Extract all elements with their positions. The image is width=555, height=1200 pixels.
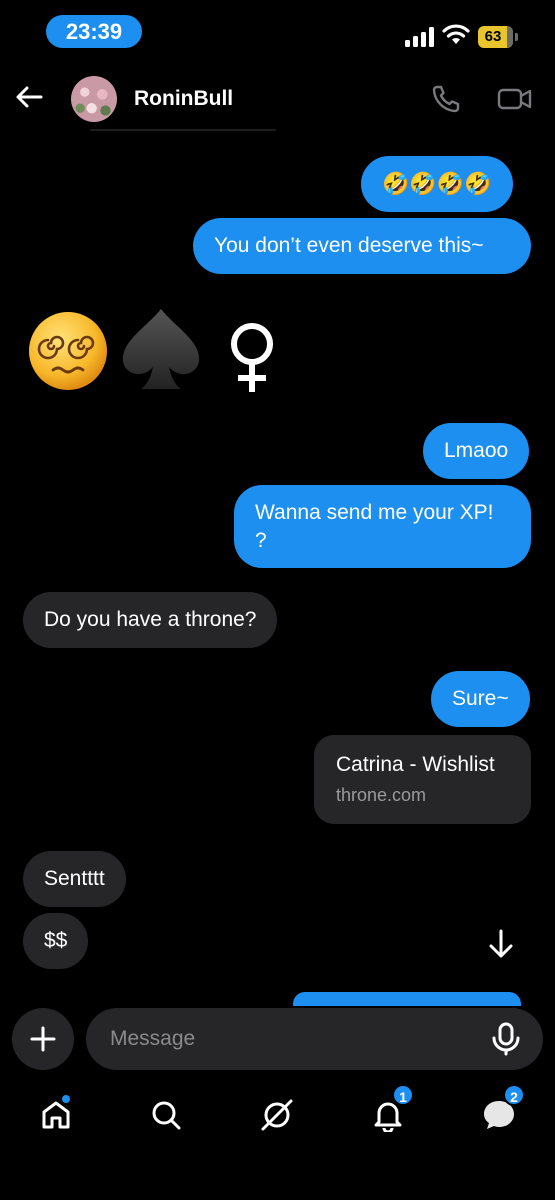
link-title: Catrina - Wishlist — [336, 753, 495, 776]
message-input[interactable] — [86, 1008, 543, 1070]
back-button[interactable] — [12, 80, 46, 114]
link-preview-card[interactable]: Catrina - Wishlist throne.com — [314, 735, 531, 824]
status-bar: 23:39 63 — [0, 0, 555, 64]
video-camera-icon[interactable] — [497, 84, 533, 114]
cellular-signal-icon — [405, 27, 434, 47]
search-icon — [152, 1101, 181, 1130]
home-unread-dot — [62, 1095, 70, 1103]
notifications-badge: 1 — [392, 1084, 414, 1106]
grok-icon — [261, 1099, 293, 1131]
message-sent[interactable]: Wanna send me your XP! ? — [234, 485, 531, 568]
message-received[interactable]: Sentttt — [23, 851, 126, 907]
scroll-down-arrow-icon[interactable] — [486, 928, 516, 960]
avatar[interactable] — [71, 76, 117, 122]
home-icon — [42, 1101, 70, 1129]
wifi-icon — [442, 24, 470, 44]
message-sent[interactable]: You don’t even deserve this~ — [193, 218, 531, 274]
spade-suit-emoji-icon — [122, 309, 200, 389]
message-received[interactable]: Do you have a throne? — [23, 592, 278, 648]
dizzy-face-emoji-icon — [29, 312, 107, 390]
nav-search[interactable] — [146, 1095, 186, 1135]
contact-name[interactable]: RoninBull — [134, 87, 233, 111]
battery-icon: 63 — [478, 26, 518, 48]
message-sent[interactable]: Lmaoo — [423, 423, 530, 479]
battery-level: 63 — [484, 28, 502, 45]
phone-icon[interactable] — [430, 83, 462, 115]
plus-icon — [30, 1026, 56, 1052]
header-divider — [90, 129, 276, 131]
bottom-nav: 1 2 — [0, 1084, 555, 1145]
messages-badge: 2 — [503, 1084, 525, 1106]
message-sent[interactable]: 🤣🤣🤣🤣 — [361, 156, 513, 212]
message-sent-partial — [293, 992, 521, 1006]
female-sign-emoji-icon — [231, 323, 273, 392]
status-time[interactable]: 23:39 — [46, 15, 142, 48]
nav-notifications[interactable]: 1 — [368, 1084, 414, 1135]
microphone-icon[interactable] — [490, 1022, 522, 1056]
attach-button[interactable] — [12, 1008, 74, 1070]
message-sent[interactable]: Sure~ — [431, 671, 530, 727]
link-domain: throne.com — [336, 785, 427, 805]
nav-messages[interactable]: 2 — [479, 1084, 525, 1135]
message-received[interactable]: $$ — [23, 913, 89, 969]
back-arrow-icon — [16, 86, 43, 108]
nav-home[interactable] — [36, 1095, 76, 1135]
chat-header: RoninBull — [0, 64, 555, 134]
nav-grok[interactable] — [257, 1095, 297, 1135]
